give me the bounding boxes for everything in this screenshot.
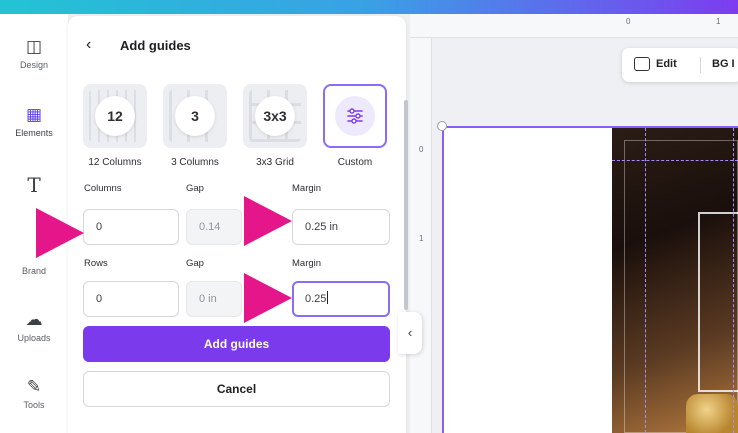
- ruler-number: 0: [419, 145, 424, 154]
- rail-item-label: Uploads: [17, 333, 51, 343]
- gap-label: Gap: [186, 258, 204, 269]
- row-gap-input[interactable]: 0 in: [186, 281, 242, 317]
- pen-icon: ✎: [26, 377, 42, 396]
- rail-item-label: Brand: [21, 266, 47, 276]
- annotation-arrow: [244, 273, 292, 323]
- column-gap-input[interactable]: 0.14: [186, 209, 242, 245]
- chevron-left-icon: ‹: [407, 325, 413, 340]
- rows-input[interactable]: 0: [83, 281, 179, 317]
- annotation-arrow: [244, 196, 292, 246]
- margin-guide-vertical: [733, 128, 734, 433]
- preset-label: 3 Columns: [171, 157, 219, 168]
- image-edit-icon[interactable]: [634, 57, 650, 71]
- preset-value: 3: [175, 96, 215, 136]
- rail-item-uploads[interactable]: ☁ Uploads: [0, 309, 68, 343]
- text-caret: [327, 291, 329, 304]
- text-icon: T: [27, 173, 41, 197]
- rail-item-label: Design: [19, 60, 48, 70]
- rail-item-brand[interactable]: Brand: [0, 264, 68, 276]
- preset-custom[interactable]: [323, 84, 387, 148]
- preset-label: 3x3 Grid: [256, 157, 294, 168]
- sliders-icon: [335, 96, 375, 136]
- rail-item-design[interactable]: ◫ Design: [0, 36, 68, 70]
- column-margin-input[interactable]: 0.25 in: [292, 209, 390, 245]
- rail-item-text[interactable]: T: [0, 174, 68, 196]
- photo-inner-frame: [698, 212, 738, 392]
- ruler-top: 0 1: [410, 14, 738, 38]
- ruler-number: 0: [626, 17, 631, 26]
- edit-button[interactable]: Edit: [656, 58, 677, 70]
- preset-value: 3x3: [255, 96, 295, 136]
- layout-icon: ◫: [25, 37, 43, 56]
- margin-guide-horizontal: [612, 160, 738, 161]
- add-guides-button[interactable]: Add guides: [83, 326, 390, 362]
- preset-label: 12 Columns: [88, 157, 142, 168]
- preset-label: Custom: [337, 157, 373, 168]
- ruler-left: 0 1: [410, 38, 432, 433]
- ruler-number: 1: [419, 234, 424, 243]
- gap-label: Gap: [186, 183, 204, 194]
- preset-value: 12: [95, 96, 135, 136]
- bg-remover-button[interactable]: BG I: [712, 58, 735, 70]
- columns-input[interactable]: 0: [83, 209, 179, 245]
- collapse-panel-button[interactable]: ‹: [398, 312, 422, 354]
- add-guides-panel: ‹ Add guides 12 3 3x3 12 Columns 3 Colum…: [68, 16, 406, 433]
- row-margin-value: 0.25: [305, 293, 327, 305]
- shapes-icon: ▦: [25, 105, 43, 124]
- preset-12-columns[interactable]: 12: [83, 84, 147, 148]
- element-toolbar: Edit BG I: [622, 48, 738, 82]
- rail-item-label: Elements: [15, 128, 53, 138]
- margin-guide-vertical: [645, 128, 646, 433]
- margin-label: Margin: [292, 258, 322, 269]
- top-gradient-bar: [0, 0, 738, 14]
- row-margin-input[interactable]: 0.25: [292, 281, 390, 317]
- page-corner-handle[interactable]: [437, 121, 447, 131]
- ruler-number: 1: [716, 17, 721, 26]
- bottle-decoration: [686, 394, 738, 433]
- preset-3x3-grid[interactable]: 3x3: [243, 84, 307, 148]
- cancel-button[interactable]: Cancel: [83, 371, 390, 407]
- margin-label: Margin: [292, 183, 322, 194]
- columns-label: Columns: [84, 183, 122, 194]
- toolbar-divider: [700, 57, 701, 73]
- panel-title: Add guides: [120, 38, 191, 53]
- rail-item-elements[interactable]: ▦ Elements: [0, 104, 68, 138]
- panel-scrollbar[interactable]: [404, 100, 408, 310]
- cloud-upload-icon: ☁: [25, 310, 43, 329]
- chevron-left-icon[interactable]: ‹: [86, 36, 91, 54]
- preset-3-columns[interactable]: 3: [163, 84, 227, 148]
- annotation-arrow: [36, 208, 84, 258]
- rail-item-label: Tools: [23, 400, 45, 410]
- rows-label: Rows: [84, 258, 108, 269]
- rail-item-tools[interactable]: ✎ Tools: [0, 376, 68, 410]
